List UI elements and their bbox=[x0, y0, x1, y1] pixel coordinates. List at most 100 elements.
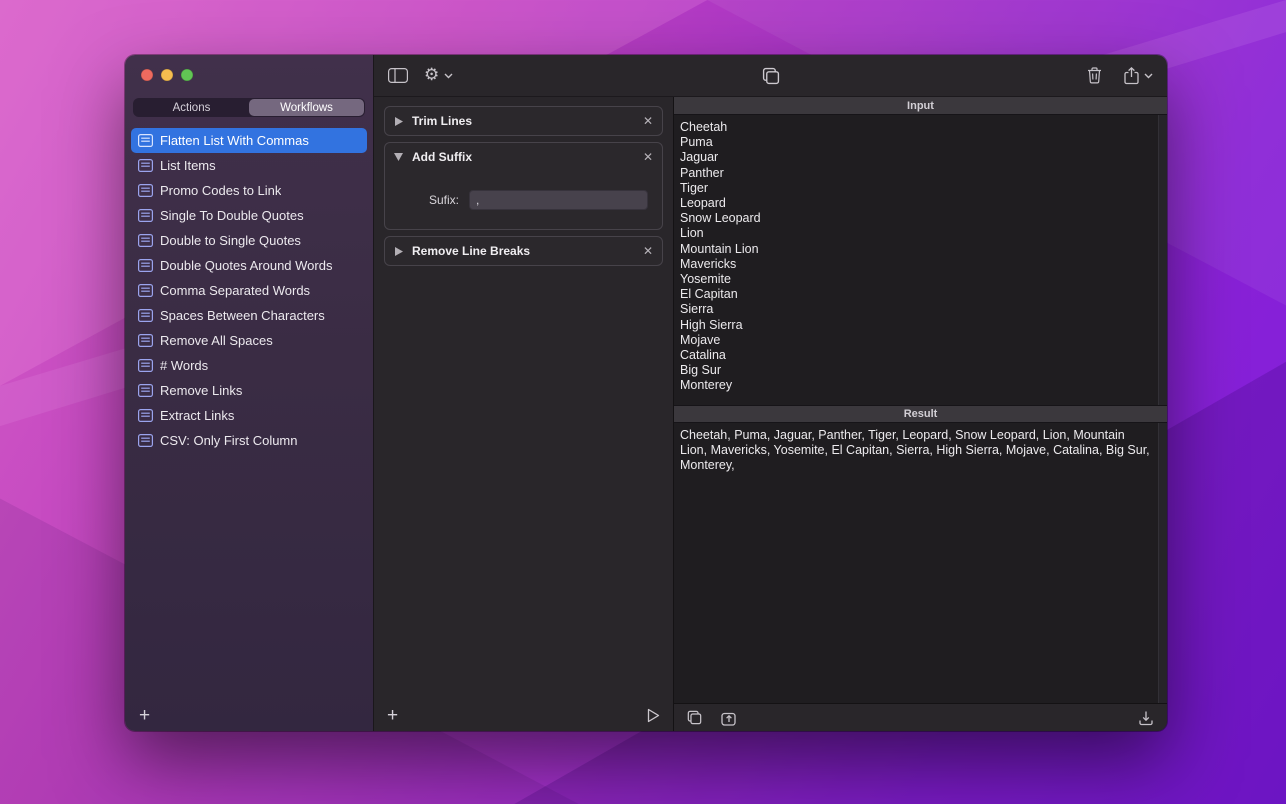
workflow-item-label: Double Quotes Around Words bbox=[160, 258, 332, 273]
play-icon bbox=[647, 708, 660, 723]
input-line: Sierra bbox=[680, 302, 1151, 317]
workflow-item-label: CSV: Only First Column bbox=[160, 433, 298, 448]
workflow-item[interactable]: List Items bbox=[131, 153, 367, 178]
remove-step-icon[interactable]: ✕ bbox=[643, 151, 653, 163]
remove-step-icon[interactable]: ✕ bbox=[643, 115, 653, 127]
run-workflow-button[interactable] bbox=[647, 708, 660, 723]
main-area: ⚙ bbox=[373, 55, 1167, 731]
workflow-item[interactable]: Single To Double Quotes bbox=[131, 203, 367, 228]
zoom-window-button[interactable] bbox=[181, 69, 193, 81]
remove-step-icon[interactable]: ✕ bbox=[643, 245, 653, 257]
workflow-item[interactable]: Spaces Between Characters bbox=[131, 303, 367, 328]
gear-icon: ⚙ bbox=[424, 67, 439, 84]
workflow-item-label: Promo Codes to Link bbox=[160, 183, 281, 198]
export-result-button[interactable] bbox=[1138, 710, 1154, 726]
step-header[interactable]: Trim Lines ✕ bbox=[385, 107, 662, 135]
workflow-item[interactable]: Comma Separated Words bbox=[131, 278, 367, 303]
toolbar: ⚙ bbox=[374, 55, 1167, 97]
input-header: Input bbox=[674, 97, 1167, 115]
workflow-item[interactable]: Double to Single Quotes bbox=[131, 228, 367, 253]
tab-workflows[interactable]: Workflows bbox=[249, 99, 364, 116]
workflow-icon bbox=[138, 259, 153, 272]
workflow-item-label: Single To Double Quotes bbox=[160, 208, 304, 223]
input-line: Mountain Lion bbox=[680, 242, 1151, 257]
input-line: Cheetah bbox=[680, 120, 1151, 135]
workflow-icon bbox=[138, 134, 153, 147]
step-trim-lines: Trim Lines ✕ bbox=[384, 106, 663, 136]
share-menu-button[interactable] bbox=[1124, 67, 1153, 85]
copy-icon bbox=[762, 67, 780, 85]
input-line: Jaguar bbox=[680, 150, 1151, 165]
workflow-item[interactable]: Extract Links bbox=[131, 403, 367, 428]
step-add-suffix: Add Suffix ✕ Sufix: bbox=[384, 142, 663, 230]
disclosure-expanded-icon[interactable] bbox=[394, 153, 403, 161]
workflow-icon bbox=[138, 434, 153, 447]
disclosure-collapsed-icon[interactable] bbox=[394, 247, 403, 256]
input-line: Lion bbox=[680, 226, 1151, 241]
copy-icon bbox=[687, 710, 702, 725]
scrollbar-track[interactable] bbox=[1158, 423, 1167, 703]
input-header-label: Input bbox=[907, 100, 934, 112]
workflow-icon bbox=[138, 159, 153, 172]
workflow-item-label: Spaces Between Characters bbox=[160, 308, 325, 323]
result-header: Result bbox=[674, 405, 1167, 423]
workflow-steps-panel: Trim Lines ✕ Add Suffix ✕ Sufix: bbox=[374, 97, 674, 731]
tab-actions[interactable]: Actions bbox=[134, 99, 249, 116]
step-header[interactable]: Add Suffix ✕ bbox=[385, 143, 662, 171]
copy-workflow-button[interactable] bbox=[762, 67, 780, 85]
steps-bottom-bar: + bbox=[374, 699, 673, 731]
add-workflow-button[interactable]: + bbox=[139, 706, 150, 725]
workflow-item-label: Remove Links bbox=[160, 383, 242, 398]
disclosure-collapsed-icon[interactable] bbox=[394, 117, 403, 126]
workflow-icon bbox=[138, 384, 153, 397]
chevron-down-icon bbox=[444, 73, 453, 79]
sidebar-bottom-bar: + bbox=[125, 699, 373, 731]
workflow-item[interactable]: Remove All Spaces bbox=[131, 328, 367, 353]
send-result-to-input-button[interactable] bbox=[721, 710, 737, 726]
step-remove-line-breaks: Remove Line Breaks ✕ bbox=[384, 236, 663, 266]
step-title: Add Suffix bbox=[412, 150, 634, 164]
workflow-item[interactable]: Double Quotes Around Words bbox=[131, 253, 367, 278]
workflow-item-label: Comma Separated Words bbox=[160, 283, 310, 298]
workflow-item[interactable]: CSV: Only First Column bbox=[131, 428, 367, 453]
settings-menu-button[interactable]: ⚙ bbox=[424, 67, 453, 84]
toggle-sidebar-button[interactable] bbox=[388, 68, 408, 83]
input-line: Snow Leopard bbox=[680, 211, 1151, 226]
input-line: Panther bbox=[680, 166, 1151, 181]
io-bottom-bar bbox=[674, 703, 1167, 731]
workflow-item-label: Extract Links bbox=[160, 408, 234, 423]
workflow-item[interactable]: Remove Links bbox=[131, 378, 367, 403]
minimize-window-button[interactable] bbox=[161, 69, 173, 81]
step-header[interactable]: Remove Line Breaks ✕ bbox=[385, 237, 662, 265]
result-header-label: Result bbox=[904, 408, 938, 420]
workflow-item[interactable]: Flatten List With Commas bbox=[131, 128, 367, 153]
input-textarea[interactable]: Cheetah Puma Jaguar Panther Tiger Leopar… bbox=[674, 115, 1167, 405]
input-line: Leopard bbox=[680, 196, 1151, 211]
workflow-icon bbox=[138, 359, 153, 372]
scrollbar-track[interactable] bbox=[1158, 115, 1167, 405]
delete-button[interactable] bbox=[1087, 67, 1102, 84]
suffix-input[interactable] bbox=[469, 190, 648, 210]
workflow-icon bbox=[138, 409, 153, 422]
window-controls bbox=[125, 55, 373, 91]
workflow-item[interactable]: Promo Codes to Link bbox=[131, 178, 367, 203]
input-line: Big Sur bbox=[680, 363, 1151, 378]
workflow-icon bbox=[138, 234, 153, 247]
step-options: Sufix: bbox=[385, 171, 662, 229]
input-line: Tiger bbox=[680, 181, 1151, 196]
suffix-field-label: Sufix: bbox=[385, 193, 459, 207]
result-textarea: Cheetah, Puma, Jaguar, Panther, Tiger, L… bbox=[674, 423, 1167, 703]
save-download-icon bbox=[1138, 710, 1154, 726]
close-window-button[interactable] bbox=[141, 69, 153, 81]
io-panel: Input Cheetah Puma Jaguar Panther Tiger … bbox=[674, 97, 1167, 731]
workflow-item-label: Remove All Spaces bbox=[160, 333, 273, 348]
chevron-down-icon bbox=[1144, 73, 1153, 79]
workflow-item[interactable]: # Words bbox=[131, 353, 367, 378]
add-step-button[interactable]: + bbox=[387, 706, 398, 725]
content-area: Trim Lines ✕ Add Suffix ✕ Sufix: bbox=[374, 97, 1167, 731]
copy-result-button[interactable] bbox=[687, 710, 702, 725]
input-line: Mavericks bbox=[680, 257, 1151, 272]
step-title: Trim Lines bbox=[412, 114, 634, 128]
input-line: Puma bbox=[680, 135, 1151, 150]
input-line: Mojave bbox=[680, 333, 1151, 348]
